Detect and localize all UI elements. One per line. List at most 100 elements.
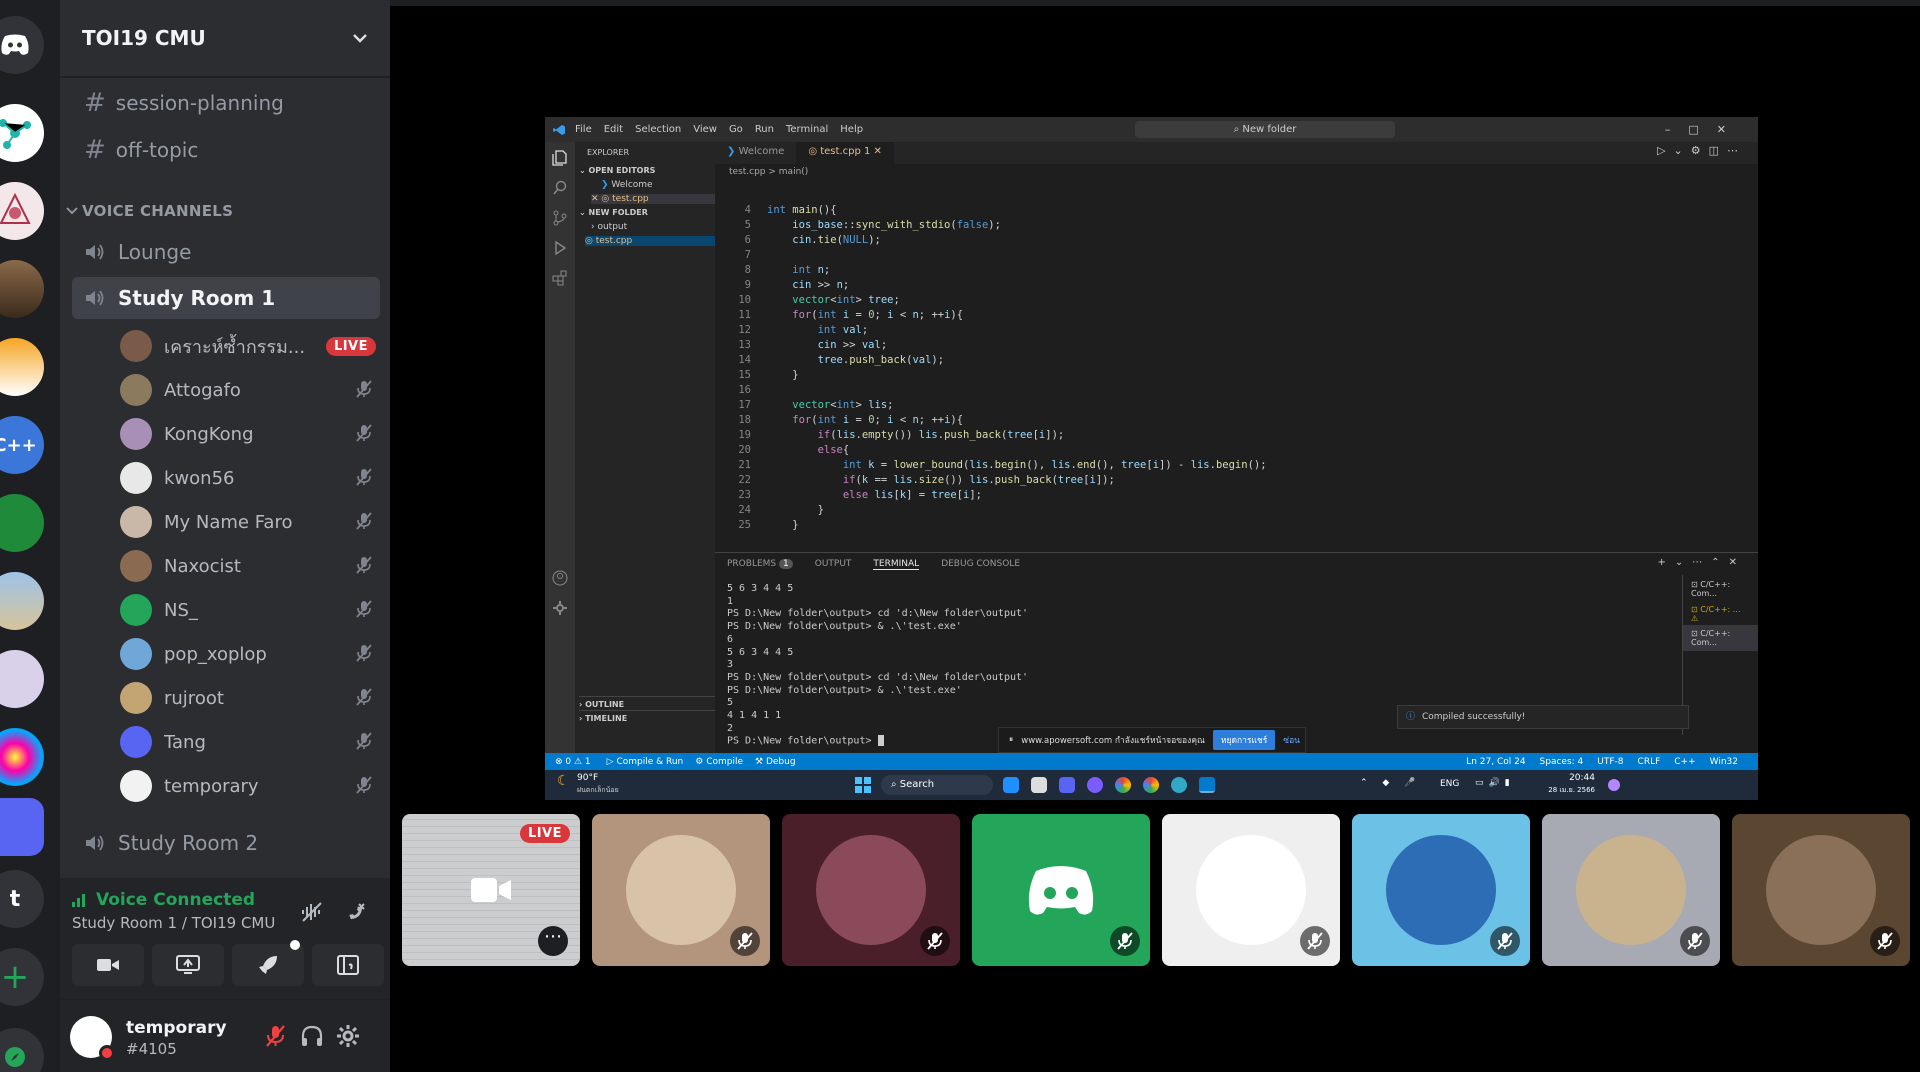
vscode-editor[interactable]: ❯ Welcome ◎ test.cpp 1 ✕ test.cpp > main… (715, 142, 1758, 552)
terminal-item[interactable]: ⊡ C/C++: Com... (1683, 575, 1758, 603)
app-icon[interactable] (1087, 777, 1103, 793)
terminal-output[interactable]: 5 6 3 4 4 5 1 PS D:\New folder\output> cd … (727, 583, 1028, 749)
server-icon-pixel[interactable] (0, 494, 44, 552)
screen-share-stream[interactable]: File Edit Selection View Go Run Terminal Help ⌕… (545, 117, 1758, 800)
app-icon[interactable] (1031, 777, 1047, 793)
participant-tile[interactable] (1162, 814, 1340, 966)
server-icon-toi[interactable] (0, 338, 44, 396)
terminal-item[interactable]: ⊡ C/C++: ... ⚠ (1683, 603, 1758, 625)
server-icon-landscape[interactable] (0, 572, 44, 630)
tab-test-cpp[interactable]: ◎ test.cpp 1 ✕ (796, 142, 894, 164)
more-options-icon[interactable]: ⋯ (538, 926, 568, 956)
status-item[interactable]: C++ (1674, 757, 1695, 767)
pause-icon[interactable]: ⏸ (1009, 735, 1013, 745)
participant-tile[interactable] (592, 814, 770, 966)
user-avatar[interactable] (70, 1016, 115, 1061)
extensions-icon[interactable] (552, 270, 568, 286)
voice-member[interactable]: temporary (120, 766, 376, 806)
voice-status[interactable]: Voice Connected (72, 890, 255, 910)
voice-channel-lounge[interactable]: Lounge (72, 231, 380, 273)
open-editors-section[interactable]: ⌄ OPEN EDITORS (579, 166, 655, 175)
voice-member[interactable]: pop_xoplop (120, 634, 376, 674)
server-icon-anime[interactable] (0, 650, 44, 708)
status-item[interactable]: UTF-8 (1597, 757, 1623, 767)
tab-debug-console[interactable]: DEBUG CONSOLE (941, 559, 1020, 569)
run-debug-icon[interactable] (552, 240, 568, 256)
compile-status[interactable]: ⚙ Compile (695, 757, 743, 767)
chrome-icon[interactable] (1115, 777, 1131, 793)
search-icon[interactable] (552, 180, 568, 196)
menu-item[interactable]: File (575, 124, 592, 135)
server-icon-group[interactable] (0, 798, 44, 856)
voice-member[interactable]: เคราะห์ซ้ำกรรม... LIVE (120, 326, 376, 366)
server-icon-t[interactable]: t (0, 870, 44, 928)
voice-channels-category[interactable]: VOICE CHANNELS (66, 202, 233, 220)
tray-icons[interactable]: ⌃ ◆ 🎤 (1360, 778, 1421, 788)
server-icon-cpp[interactable]: C++ (0, 416, 44, 474)
vscode-taskbar-icon[interactable] (1199, 777, 1215, 793)
vscode-search-box[interactable]: ⌕ New folder (1135, 121, 1395, 138)
menu-item[interactable]: Help (840, 124, 863, 135)
app-icon[interactable] (1003, 777, 1019, 793)
server-icon-photo[interactable] (0, 260, 44, 318)
window-controls[interactable]: –□✕ (1665, 123, 1744, 136)
windows-start-icon[interactable] (855, 777, 871, 793)
participant-tile[interactable] (972, 814, 1150, 966)
clock-time[interactable]: 20:44 (1545, 773, 1595, 783)
output-folder[interactable]: › output (591, 222, 627, 232)
language-indicator[interactable]: ENG (1440, 779, 1459, 789)
disconnect-call-icon[interactable] (343, 900, 367, 924)
server-header[interactable]: TOI19 CMU (60, 0, 390, 78)
menu-item[interactable]: Selection (635, 124, 681, 135)
server-icon-network[interactable] (0, 104, 44, 162)
participant-tile[interactable] (1542, 814, 1720, 966)
new-folder-section[interactable]: ⌄ NEW FOLDER (579, 208, 648, 217)
activities-button[interactable] (232, 940, 304, 986)
status-item[interactable]: CRLF (1638, 757, 1661, 767)
editor-breadcrumb[interactable]: test.cpp > main() (729, 167, 808, 177)
open-editor-welcome[interactable]: ❯ Welcome (601, 180, 653, 190)
chrome-icon[interactable] (1143, 777, 1159, 793)
timeline-section[interactable]: › TIMELINE (579, 710, 715, 723)
voice-member[interactable]: Naxocist (120, 546, 376, 586)
voice-member[interactable]: KongKong (120, 414, 376, 454)
editor-actions[interactable]: ▷⌄⚙◫⋯ (1657, 144, 1746, 157)
compile-toast[interactable]: ⓘ Compiled successfully! (1397, 705, 1689, 729)
menu-item[interactable]: Terminal (786, 124, 828, 135)
tab-welcome[interactable]: ❯ Welcome (715, 142, 796, 164)
camera-button[interactable] (72, 944, 144, 986)
voice-channel-study-room-2[interactable]: Study Room 2 (72, 822, 380, 864)
system-tray-icons[interactable]: ▭🔊▮ (1475, 778, 1515, 788)
gear-icon[interactable] (336, 1024, 360, 1048)
participant-tile[interactable] (1352, 814, 1530, 966)
menu-item[interactable]: Edit (604, 124, 623, 135)
channel-session-planning[interactable]: # session-planning (72, 82, 380, 124)
edge-icon[interactable] (1171, 777, 1187, 793)
source-control-icon[interactable] (552, 210, 568, 226)
outline-section[interactable]: › OUTLINE (579, 696, 715, 709)
tab-problems[interactable]: PROBLEMS 1 (727, 559, 793, 569)
explore-servers-button[interactable] (0, 1028, 44, 1072)
server-icon-emblem[interactable] (0, 182, 44, 240)
voice-member[interactable]: Tang (120, 722, 376, 762)
taskbar-search[interactable]: ⌕ Search (881, 775, 993, 795)
user-name[interactable]: temporary (126, 1018, 227, 1038)
headphones-icon[interactable] (300, 1024, 324, 1048)
menu-item[interactable]: Run (755, 124, 774, 135)
screen-share-button[interactable] (152, 944, 224, 986)
menu-item[interactable]: View (693, 124, 717, 135)
status-item[interactable]: Spaces: 4 (1540, 757, 1584, 767)
participant-tile[interactable] (782, 814, 960, 966)
status-item[interactable]: Ln 27, Col 24 (1466, 757, 1525, 767)
tab-output[interactable]: OUTPUT (815, 559, 852, 569)
problems-status[interactable]: ⊗ 0 ⚠ 1 (555, 757, 591, 767)
stop-share-button[interactable]: หยุดการแชร์ (1212, 730, 1276, 750)
status-item[interactable]: Win32 (1710, 757, 1738, 767)
gear-icon[interactable] (552, 600, 568, 616)
microphone-muted-icon[interactable] (264, 1024, 286, 1048)
voice-member[interactable]: rujroot (120, 678, 376, 718)
files-icon[interactable] (552, 150, 568, 166)
voice-member[interactable]: Attogafo (120, 370, 376, 410)
notification-icon[interactable] (1608, 779, 1620, 791)
hide-share-link[interactable]: ซ่อน (1283, 733, 1300, 747)
